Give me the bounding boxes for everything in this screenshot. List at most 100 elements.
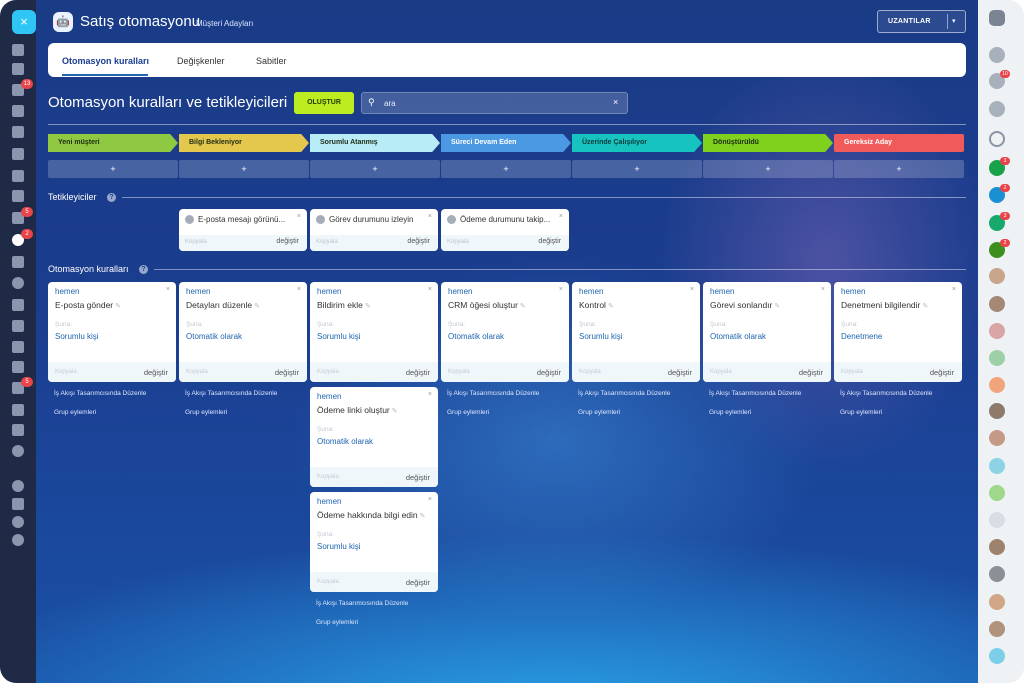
add-stage-rule-button[interactable]: + bbox=[179, 160, 309, 178]
chat-icon[interactable] bbox=[989, 458, 1005, 474]
avatar[interactable] bbox=[989, 594, 1005, 610]
rule-card[interactable]: hemen × Ödeme hakkında bilgi edin ✎ Şuna: Sor… bbox=[310, 492, 438, 592]
trigger-card[interactable]: Ödeme durumunu takip... × Kopyala değiştir bbox=[441, 209, 569, 251]
help-icon[interactable] bbox=[989, 10, 1005, 26]
avatar[interactable] bbox=[989, 621, 1005, 637]
group-actions-link[interactable]: Grup eylemleri bbox=[316, 619, 358, 626]
sidebar-item-documents[interactable] bbox=[0, 122, 36, 142]
pencil-icon[interactable]: ✎ bbox=[115, 303, 121, 310]
workflow-designer-link[interactable]: İş Akışı Tasarımcısında Düzenle bbox=[447, 390, 539, 397]
clear-search-icon[interactable]: × bbox=[613, 97, 618, 107]
group-actions-link[interactable]: Grup eylemleri bbox=[578, 409, 620, 416]
group-actions-link[interactable]: Grup eylemleri bbox=[447, 409, 489, 416]
image-icon[interactable] bbox=[989, 512, 1005, 528]
pencil-icon[interactable]: ✎ bbox=[420, 513, 426, 520]
sidebar-item-crm[interactable]: 2 bbox=[0, 229, 36, 250]
rule-target[interactable]: Sorumlu kişi bbox=[317, 542, 361, 551]
rule-card[interactable]: hemen × Kontrol ✎ Şuna: Sorumlu kişi Kopyala de… bbox=[572, 282, 700, 382]
open-line-lock-icon[interactable]: 2 bbox=[989, 184, 1010, 203]
close-icon[interactable]: × bbox=[166, 286, 170, 293]
stage-0[interactable]: Yeni müşteri bbox=[48, 134, 178, 152]
copy-link[interactable]: Kopyala bbox=[186, 369, 208, 375]
copy-link[interactable]: Kopyala bbox=[316, 239, 338, 245]
open-line-lock-icon[interactable]: 3 bbox=[989, 212, 1010, 231]
pencil-icon[interactable]: ✎ bbox=[922, 303, 928, 310]
rule-target[interactable]: Otomatik olarak bbox=[317, 437, 373, 446]
close-icon[interactable]: × bbox=[428, 213, 432, 220]
add-stage-rule-button[interactable]: + bbox=[48, 160, 178, 178]
create-button[interactable]: OLUŞTUR bbox=[294, 92, 354, 114]
close-icon[interactable]: × bbox=[952, 286, 956, 293]
change-link[interactable]: değiştir bbox=[407, 238, 430, 245]
pencil-icon[interactable]: ✎ bbox=[392, 408, 398, 415]
rule-target[interactable]: Sorumlu kişi bbox=[55, 332, 99, 341]
pencil-icon[interactable]: ✎ bbox=[365, 303, 371, 310]
change-link[interactable]: değiştir bbox=[406, 578, 430, 587]
avatar[interactable] bbox=[989, 296, 1005, 312]
avatar[interactable] bbox=[989, 377, 1005, 393]
workflow-designer-link[interactable]: İş Akışı Tasarımcısında Düzenle bbox=[578, 390, 670, 397]
sidebar-item-settings[interactable] bbox=[0, 512, 36, 532]
sidebar-item-sign[interactable] bbox=[0, 316, 36, 336]
sidebar-item-play[interactable] bbox=[0, 40, 36, 60]
rule-card[interactable]: hemen × Bildirim ekle ✎ Şuna: Sorumlu kişi Kop… bbox=[310, 282, 438, 382]
copy-link[interactable]: Kopyala bbox=[448, 369, 470, 375]
change-link[interactable]: değiştir bbox=[799, 368, 823, 377]
stage-6[interactable]: Gereksiz Aday bbox=[834, 134, 964, 152]
group-chat-icon[interactable] bbox=[989, 485, 1005, 501]
add-stage-rule-button[interactable]: + bbox=[703, 160, 833, 178]
rule-target[interactable]: Otomatik olarak bbox=[448, 332, 504, 341]
close-icon[interactable]: × bbox=[821, 286, 825, 293]
sidebar-item-shop[interactable] bbox=[0, 295, 36, 315]
triggers-help-icon[interactable]: ? bbox=[107, 193, 116, 202]
avatar[interactable] bbox=[989, 268, 1005, 284]
rule-target[interactable]: Otomatik olarak bbox=[186, 332, 242, 341]
rule-card[interactable]: hemen × Ödeme linki oluştur ✎ Şuna: Otomatik … bbox=[310, 387, 438, 487]
workflow-designer-link[interactable]: İş Akışı Tasarımcısında Düzenle bbox=[185, 390, 277, 397]
phone-icon[interactable] bbox=[989, 101, 1005, 117]
change-link[interactable]: değiştir bbox=[537, 368, 561, 377]
copy-link[interactable]: Kopyala bbox=[317, 474, 339, 480]
group-actions-link[interactable]: Grup eylemleri bbox=[185, 409, 227, 416]
close-icon[interactable]: × bbox=[297, 286, 301, 293]
sidebar-item-structure[interactable] bbox=[0, 494, 36, 514]
tab-automation-rules[interactable]: Otomasyon kuralları bbox=[62, 56, 149, 66]
close-slider-button[interactable]: × bbox=[12, 10, 36, 34]
copy-link[interactable]: Kopyala bbox=[841, 369, 863, 375]
change-link[interactable]: değiştir bbox=[668, 368, 692, 377]
sidebar-item-store[interactable]: 5 bbox=[0, 377, 36, 398]
lock-chat-icon[interactable] bbox=[989, 350, 1005, 366]
rule-target[interactable]: Sorumlu kişi bbox=[317, 332, 361, 341]
avatar[interactable] bbox=[989, 403, 1005, 419]
close-icon[interactable]: × bbox=[559, 286, 563, 293]
sidebar-item-add[interactable] bbox=[0, 530, 36, 550]
sidebar-item-cube[interactable] bbox=[0, 420, 36, 440]
sidebar-item-help[interactable] bbox=[0, 476, 36, 496]
chevron-down-icon[interactable]: ▾ bbox=[952, 17, 956, 25]
pencil-icon[interactable]: ✎ bbox=[254, 303, 260, 310]
sidebar-item-more[interactable] bbox=[0, 441, 36, 461]
trigger-card[interactable]: Görev durumunu izleyin × Kopyala değiştir bbox=[310, 209, 438, 251]
rule-target[interactable]: Otomatik olarak bbox=[710, 332, 766, 341]
stage-3[interactable]: Süreci Devam Eden bbox=[441, 134, 571, 152]
stage-1[interactable]: Bilgi Bekleniyor bbox=[179, 134, 309, 152]
rule-timing[interactable]: hemen bbox=[186, 287, 210, 296]
sidebar-item-tasks[interactable]: 5 bbox=[0, 207, 36, 228]
copy-link[interactable]: Kopyala bbox=[710, 369, 732, 375]
extensions-button[interactable]: UZANTILAR ▾ bbox=[877, 10, 966, 33]
pencil-icon[interactable]: ✎ bbox=[520, 303, 526, 310]
rule-card[interactable]: hemen × E-posta gönder ✎ Şuna: Sorumlu kişi Ko… bbox=[48, 282, 176, 382]
lock-chat-icon[interactable] bbox=[989, 323, 1005, 339]
rule-target[interactable]: Sorumlu kişi bbox=[579, 332, 623, 341]
group-actions-link[interactable]: Grup eylemleri bbox=[54, 409, 96, 416]
rule-card[interactable]: hemen × Detayları düzenle ✎ Şuna: Otomatik ol… bbox=[179, 282, 307, 382]
group-actions-link[interactable]: Grup eylemleri bbox=[709, 409, 751, 416]
change-link[interactable]: değiştir bbox=[930, 368, 954, 377]
sidebar-item-sites[interactable] bbox=[0, 273, 36, 293]
pencil-icon[interactable]: ✎ bbox=[608, 303, 614, 310]
add-stage-rule-button[interactable]: + bbox=[441, 160, 571, 178]
sidebar-item-contacts[interactable] bbox=[0, 186, 36, 206]
change-link[interactable]: değiştir bbox=[406, 473, 430, 482]
rule-timing[interactable]: hemen bbox=[579, 287, 603, 296]
rule-timing[interactable]: hemen bbox=[710, 287, 734, 296]
